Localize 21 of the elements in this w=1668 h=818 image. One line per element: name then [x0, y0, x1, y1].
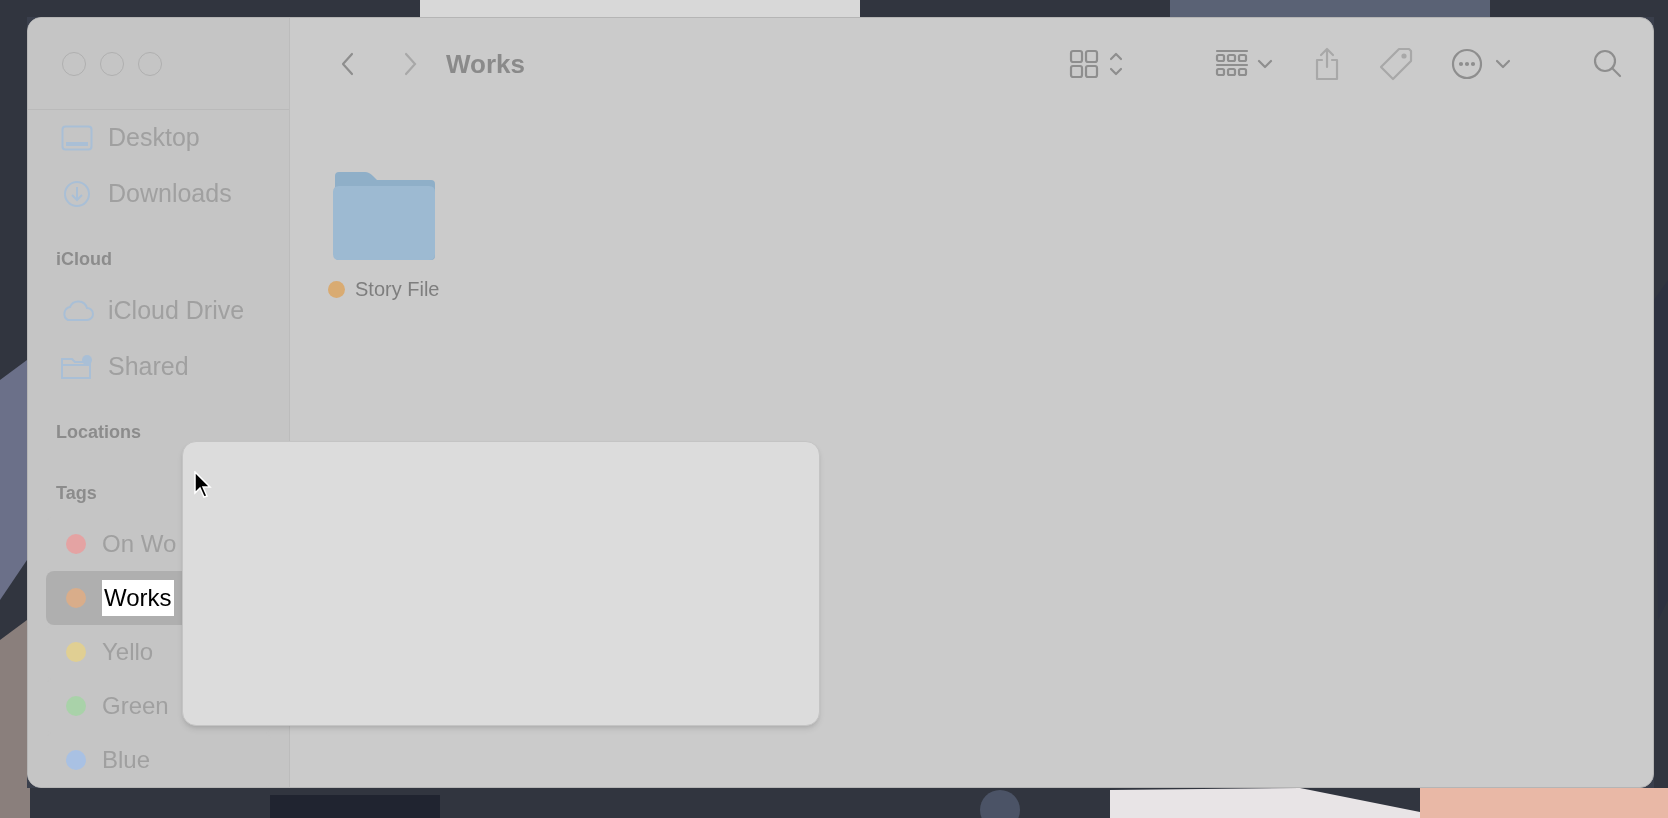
- desktop-icon: [61, 125, 93, 151]
- folder-icon[interactable]: [330, 170, 437, 262]
- section-header: Locations: [56, 421, 141, 444]
- group-icon[interactable]: [1215, 49, 1249, 79]
- file-name: Story File: [355, 277, 440, 302]
- shared-folder-icon: [60, 354, 94, 380]
- download-icon: [63, 180, 91, 208]
- tag-icon[interactable]: [1379, 47, 1413, 81]
- chevron-down-icon[interactable]: [1495, 58, 1511, 70]
- section-header: Tags: [56, 482, 97, 505]
- search-icon[interactable]: [1593, 49, 1623, 79]
- chevron-down-icon[interactable]: [1257, 58, 1273, 70]
- window-title: Works: [446, 47, 525, 81]
- cloud-icon: [60, 300, 94, 322]
- share-icon[interactable]: [1313, 47, 1341, 81]
- section-header: iCloud: [56, 248, 112, 271]
- updown-chevron-icon[interactable]: [1107, 50, 1125, 78]
- more-icon[interactable]: [1451, 48, 1483, 80]
- rename-field[interactable]: Works: [102, 580, 174, 616]
- grid-view-icon[interactable]: [1069, 49, 1099, 79]
- cursor-icon: [194, 471, 212, 499]
